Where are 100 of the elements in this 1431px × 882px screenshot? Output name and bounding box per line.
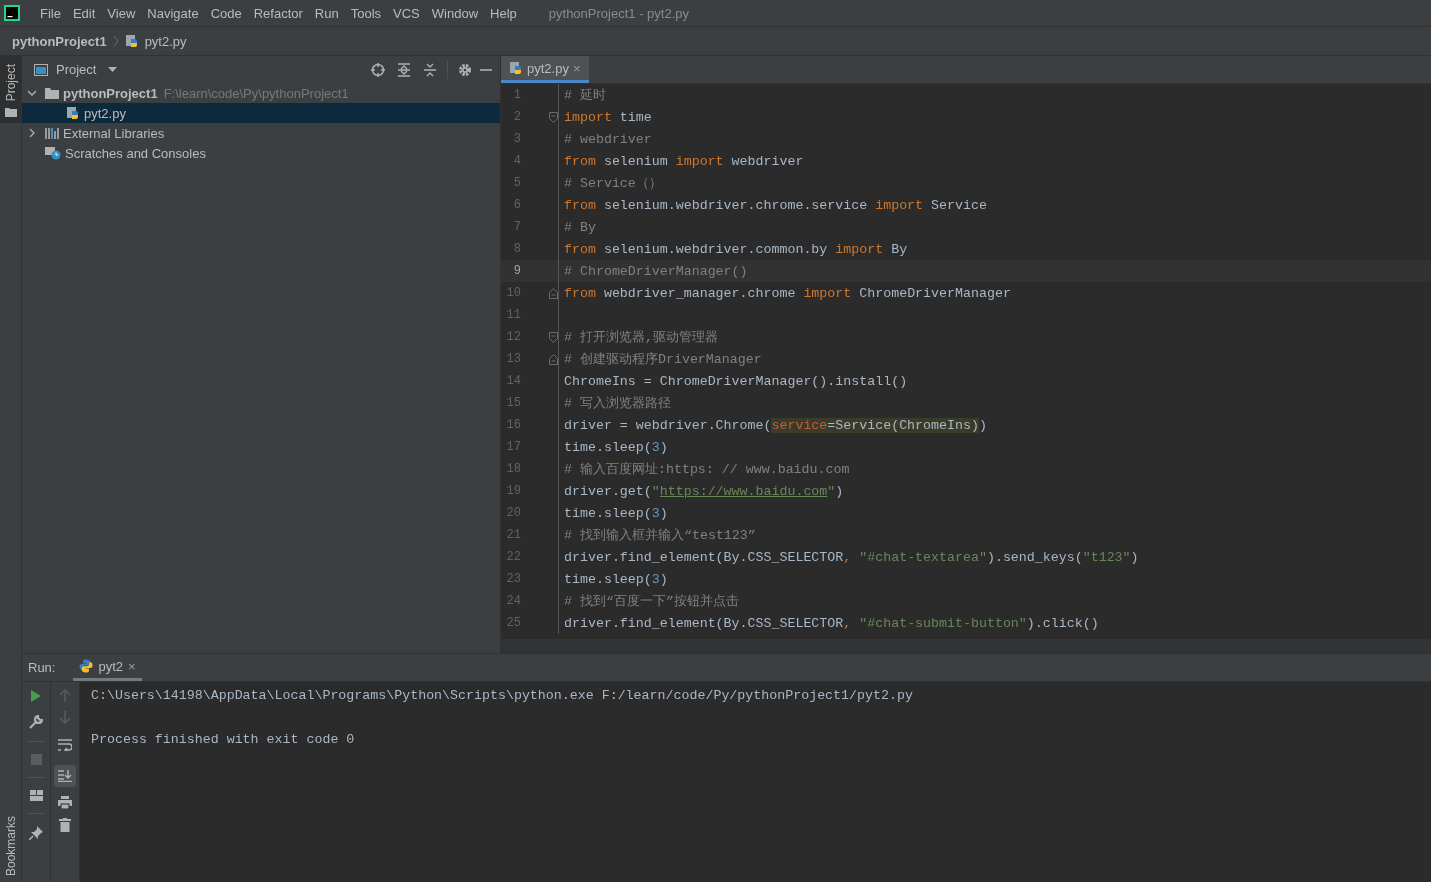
soft-wrap-icon [58,739,72,751]
code-line: from selenium.webdriver.common.by import By [563,241,908,257]
code-line: driver.find_element(By.CSS_SELECTOR, "#chat-textarea").send_keys("t123") [563,549,1139,565]
run-icon[interactable] [30,689,42,703]
code-line: time.sleep(3) [563,571,668,587]
code-line: # By [563,219,596,235]
collapse-all-icon[interactable] [423,62,437,77]
code-line: # 创建驱动程序DriverManager [563,351,762,368]
panel-title[interactable]: Project [56,62,97,77]
menu-item[interactable]: Window [425,5,485,21]
line-number: 13 [505,352,521,366]
menu-item[interactable]: Help [484,5,523,21]
print-icon[interactable] [58,796,72,809]
tab-label: pyt2.py [527,60,569,76]
breadcrumb-file[interactable]: pyt2.py [144,33,187,49]
line-number: 16 [505,418,521,432]
code-line: from selenium.webdriver.chrome.service import Service [563,197,987,213]
code-line: from webdriver_manager.chrome import ChromeDriverManager [563,285,1011,301]
python-file-icon [509,61,523,75]
tree-item-label: Scratches and Consoles [65,145,206,161]
line-number: 4 [512,154,521,168]
dropdown-caret-icon[interactable] [108,67,118,72]
line-number: 25 [505,616,521,630]
tree-item-label: pyt2.py [84,105,126,121]
code-line: import time [563,109,652,125]
wrench-icon[interactable] [29,715,43,729]
tree-item-label: pythonProject1 [63,85,158,101]
chevron-icon [112,35,119,47]
line-number: 1 [512,88,521,102]
menu-item[interactable]: Code [204,5,248,21]
line-number: 3 [512,132,521,146]
code-line: from selenium import webdriver [563,153,804,169]
tree-item[interactable]: External Libraries [22,123,500,143]
line-number: 24 [505,594,521,608]
menu-item[interactable]: Refactor [247,5,309,21]
app-logo-icon [4,5,20,21]
line-number: 8 [512,242,521,256]
tree-item[interactable]: pyt2.py [22,103,500,123]
code-line: # 写入浏览器路径 [563,395,671,412]
line-number: 21 [505,528,521,542]
close-tab-button[interactable]: × [572,60,581,76]
fold-marker-icon[interactable] [549,353,558,365]
fold-marker-icon[interactable] [549,111,558,123]
console-line: C:\Users\14198\AppData\Local\Programs\Python\Scripts\python.exe F:/learn/code/Py/pythonProject1/pyt2.py [91,688,913,703]
code-line: driver.find_element(By.CSS_SELECTOR, "#chat-submit-button").click() [563,615,1099,631]
bookmarks-tool-tab[interactable]: Bookmarks [0,807,21,882]
menu-item[interactable]: View [101,5,142,21]
line-number: 19 [505,484,521,498]
tree-item[interactable]: pythonProject1 F:\learn\code\Py\pythonProject1 [22,83,500,103]
pin-icon[interactable] [29,826,43,840]
editor-tab[interactable]: pyt2.py × [501,56,589,83]
menu-item[interactable]: Tools [344,5,388,21]
menu-item[interactable]: Edit [66,5,102,21]
code-line: # 延时 [563,87,606,104]
close-tab-button[interactable]: × [128,658,136,674]
breadcrumb-project[interactable]: pythonProject1 [12,33,107,49]
expand-all-icon[interactable] [397,62,411,77]
line-number: 7 [512,220,521,234]
scroll-to-end-button[interactable] [54,765,76,787]
menu-item[interactable]: File [34,5,67,21]
scratches-icon [45,146,61,160]
fold-marker-icon[interactable] [549,287,558,299]
trash-icon[interactable] [59,818,71,832]
folder-icon [4,107,17,118]
menu-item[interactable]: Run [308,5,345,21]
code-line: ChromeIns = ChromeDriverManager().install() [563,373,908,389]
menu-item[interactable]: VCS [387,5,426,21]
window-title: pythonProject1 - pyt2.py [548,5,689,21]
code-line: # 输入百度网址:https: // www.baidu.com [563,461,850,478]
settings-icon[interactable] [458,62,472,77]
tree-item-label: External Libraries [63,125,165,141]
panel-window-icon [34,63,48,76]
line-number: 12 [505,330,521,344]
code-line: driver.get("https://www.baidu.com") [563,483,844,499]
line-number: 5 [512,176,521,190]
line-number: 17 [505,440,521,454]
code-line: # ChromeDriverManager() [563,263,748,279]
layout-icon[interactable] [29,790,43,801]
code-line: # Service（） [563,175,662,192]
fold-marker-icon[interactable] [549,331,558,343]
line-number: 20 [505,506,521,520]
line-number: 11 [505,308,521,322]
code-line: time.sleep(3) [563,439,668,455]
python-file-icon [124,34,139,48]
line-number: 6 [512,198,521,212]
menu-item[interactable]: Navigate [141,5,205,21]
code-line: # 找到输入框并输入“test123” [563,527,756,544]
folder-icon [45,87,59,99]
crosshair-icon[interactable] [371,62,385,77]
scroll-to-end-icon [58,770,72,782]
up-arrow-icon [59,688,71,702]
python-file-icon [66,106,80,120]
tree-item[interactable]: Scratches and Consoles [22,143,500,163]
python-icon [79,659,94,673]
line-number: 14 [505,374,521,388]
project-tool-tab[interactable]: Project [0,56,21,124]
code-line: # 打开浏览器,驱动管理器 [563,329,718,346]
line-number: 15 [505,396,521,410]
tab-label: pyt2 [98,658,124,674]
library-icon [45,127,59,139]
